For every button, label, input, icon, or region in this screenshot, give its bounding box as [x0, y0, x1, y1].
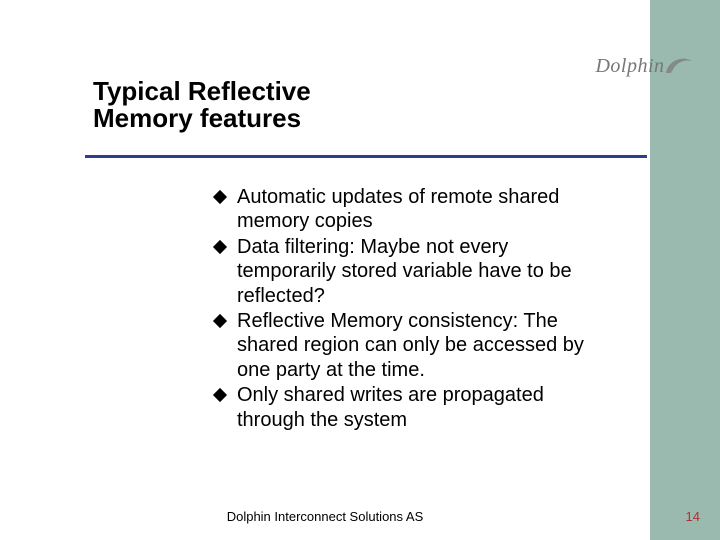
- bullet-text: Only shared writes are propagated throug…: [237, 383, 595, 432]
- dolphin-swirl-icon: [662, 51, 696, 81]
- diamond-bullet-icon: [213, 314, 227, 328]
- brand-name: Dolphin: [595, 55, 664, 77]
- list-item: Reflective Memory consistency: The share…: [215, 309, 595, 382]
- diamond-bullet-icon: [213, 190, 227, 204]
- sidebar-accent: [650, 0, 720, 540]
- brand-logo: Dolphin: [570, 55, 690, 78]
- bullet-text: Reflective Memory consistency: The share…: [237, 309, 595, 382]
- title-divider: [85, 155, 647, 158]
- bullet-text: Automatic updates of remote shared memor…: [237, 185, 595, 234]
- footer-text: Dolphin Interconnect Solutions AS: [0, 509, 650, 524]
- list-item: Automatic updates of remote shared memor…: [215, 185, 595, 234]
- page-number: 14: [686, 509, 700, 524]
- diamond-bullet-icon: [213, 240, 227, 254]
- diamond-bullet-icon: [213, 388, 227, 402]
- slide-title: Typical Reflective Memory features: [93, 78, 413, 133]
- bullet-list: Automatic updates of remote shared memor…: [215, 185, 595, 433]
- list-item: Only shared writes are propagated throug…: [215, 383, 595, 432]
- bullet-text: Data filtering: Maybe not every temporar…: [237, 235, 595, 308]
- list-item: Data filtering: Maybe not every temporar…: [215, 235, 595, 308]
